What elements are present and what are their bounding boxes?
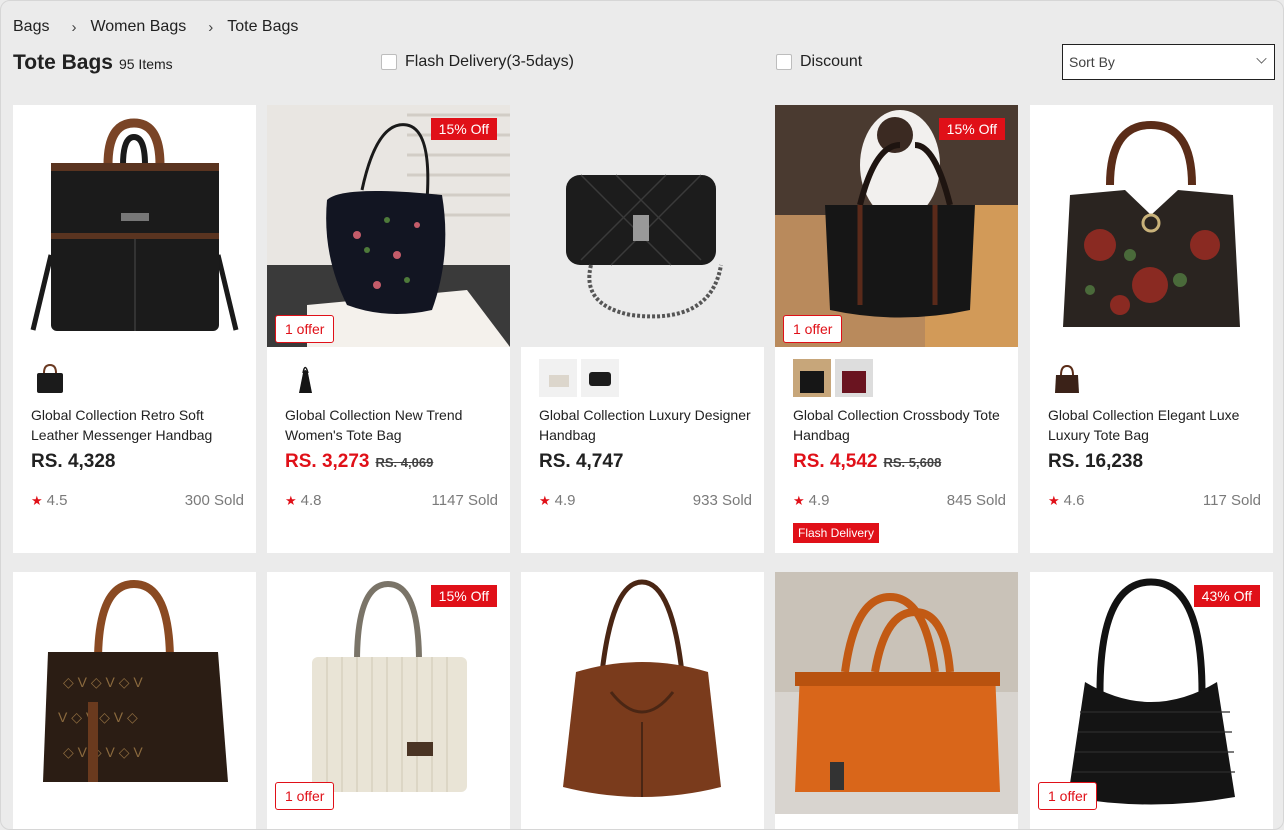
product-name[interactable]: Global Collection New Trend Women's Tote… [285,405,500,445]
product-image[interactable]: ◇ V ◇ V ◇ V V ◇ V ◇ V ◇ ◇ V ◇ V ◇ V [13,572,256,814]
sort-label: Sort By [1069,54,1115,70]
sort-select[interactable]: Sort By [1062,44,1275,80]
color-swatch[interactable] [793,359,831,397]
breadcrumb-bags[interactable]: Bags [13,18,49,36]
color-swatch[interactable] [835,359,873,397]
product-card[interactable] [521,572,764,829]
rating-value: 4.9 [808,492,830,509]
product-rating: ★ 4.9 [539,492,576,509]
star-icon: ★ [539,492,551,508]
product-price: RS. 4,747 [539,451,624,472]
product-image[interactable] [1030,105,1273,347]
sold-count: 117 Sold [1202,492,1261,509]
product-image[interactable] [1030,572,1273,814]
page-header: Tote Bags 95 Items [13,51,173,75]
offer-badge: 1 offer [1038,782,1098,810]
sold-count: 1147 Sold [431,492,498,509]
color-swatch[interactable] [285,359,323,397]
product-price: RS. 4,542 [793,451,878,472]
product-card[interactable] [775,572,1018,829]
discount-badge: 15% Off [430,118,497,140]
color-swatches [285,359,323,397]
offer-badge: 1 offer [275,782,335,810]
product-image[interactable] [13,105,256,347]
checkbox-discount[interactable] [776,54,792,70]
product-card[interactable]: 15% Off 1 offer Global Collection Crossb… [775,105,1018,553]
rating-value: 4.6 [1063,492,1085,509]
price-row: RS. 4,328 [31,451,116,473]
product-price: RS. 16,238 [1048,451,1144,472]
product-image[interactable] [521,105,764,347]
color-swatches [1048,359,1086,397]
offer-badge: 1 offer [783,315,843,343]
price-row: RS. 3,273 RS. 4,069 [285,451,433,473]
page-frame: Bags › Women Bags › Tote Bags Tote Bags … [0,0,1284,830]
color-swatch[interactable] [1048,359,1086,397]
product-price: RS. 3,273 [285,451,370,472]
chevron-right-icon: › [71,18,77,36]
sold-count: 300 Sold [184,492,244,509]
flash-delivery-tag: Flash Delivery [793,523,880,543]
breadcrumb-tote-bags: Tote Bags [227,18,299,35]
color-swatch[interactable] [539,359,577,397]
discount-badge: 15% Off [430,585,497,607]
product-card[interactable]: ◇ V ◇ V ◇ V V ◇ V ◇ V ◇ ◇ V ◇ V ◇ V [13,572,256,829]
product-image[interactable] [267,105,510,347]
filter-discount[interactable]: Discount [776,53,862,71]
color-swatches [539,359,619,397]
product-price: RS. 4,328 [31,451,116,472]
product-image[interactable] [521,572,764,814]
rating-value: 4.5 [46,492,68,509]
product-rating: ★ 4.8 [285,492,322,509]
product-rating: ★ 4.6 [1048,492,1085,509]
product-rating: ★ 4.5 [31,492,68,509]
discount-badge: 15% Off [938,118,1005,140]
product-image[interactable] [775,105,1018,347]
product-image[interactable] [267,572,510,814]
product-card[interactable]: Global Collection Elegant Luxe Luxury To… [1030,105,1273,553]
color-swatch[interactable] [581,359,619,397]
star-icon: ★ [1048,492,1060,508]
offer-badge: 1 offer [275,315,335,343]
product-card[interactable]: 15% Off 1 offer Global Collection New Tr… [267,105,510,553]
product-name[interactable]: Global Collection Elegant Luxe Luxury To… [1048,405,1263,445]
filter-flash-delivery-label: Flash Delivery(3-5days) [405,53,574,70]
product-card[interactable]: Global Collection Retro Soft Leather Mes… [13,105,256,553]
color-swatch[interactable] [31,359,69,397]
product-card[interactable]: 15% Off 1 offer [267,572,510,829]
item-count: 95 Items [118,56,173,72]
sold-count: 933 Sold [692,492,752,509]
product-name[interactable]: Global Collection Crossbody Tote Handbag [793,405,1008,445]
star-icon: ★ [793,492,805,508]
page-title: Tote Bags [13,51,113,74]
product-name[interactable]: Global Collection Retro Soft Leather Mes… [31,405,246,445]
star-icon: ★ [285,492,297,508]
product-image[interactable] [775,572,1018,814]
checkbox-flash-delivery[interactable] [381,54,397,70]
price-row: RS. 16,238 [1048,451,1143,473]
svg-text:◇ V ◇ V ◇ V: ◇ V ◇ V ◇ V [63,674,143,690]
price-row: RS. 4,542 RS. 5,608 [793,451,941,473]
product-card[interactable]: Global Collection Luxury Designer Handba… [521,105,764,553]
breadcrumb: Bags › Women Bags › Tote Bags [13,18,298,36]
breadcrumb-women-bags[interactable]: Women Bags [90,18,186,36]
chevron-down-icon [1256,53,1267,64]
chevron-right-icon: › [208,18,214,36]
original-price: RS. 5,608 [883,455,942,470]
price-row: RS. 4,747 [539,451,624,473]
color-swatches [793,359,873,397]
filter-discount-label: Discount [800,53,863,70]
product-card[interactable]: 43% Off 1 offer [1030,572,1273,829]
sold-count: 845 Sold [946,492,1006,509]
filter-flash-delivery[interactable]: Flash Delivery(3-5days) [381,53,574,71]
star-icon: ★ [31,492,43,508]
rating-value: 4.8 [300,492,322,509]
discount-badge: 43% Off [1193,585,1260,607]
product-name[interactable]: Global Collection Luxury Designer Handba… [539,405,754,445]
product-rating: ★ 4.9 [793,492,830,509]
svg-text:◇ V ◇ V ◇ V: ◇ V ◇ V ◇ V [63,744,143,760]
original-price: RS. 4,069 [375,455,434,470]
rating-value: 4.9 [554,492,576,509]
color-swatches [31,359,69,397]
